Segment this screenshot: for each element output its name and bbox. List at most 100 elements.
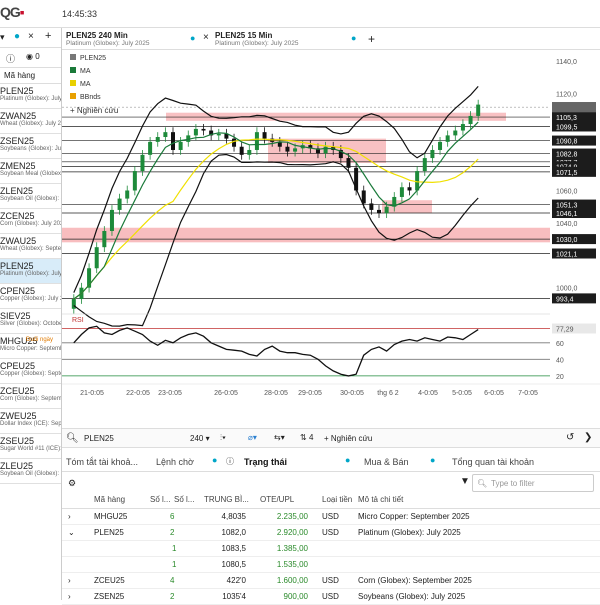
watchlist-desc: Sugar World #11 (ICE): September 2025 [0,446,62,452]
tab-account-overview[interactable]: Tổng quan tài khoản [452,457,534,467]
watchlist-item[interactable]: PLEN25Platinum (Globex): July 2025 [0,84,61,109]
tab-pending-orders[interactable]: Lệnh chờ [156,457,194,467]
price-tick-label: 1090,8 [556,139,578,146]
add-study-label[interactable]: + Nghiên cứu [70,106,118,115]
x-tick-label: 26-0:05 [214,390,238,397]
candle-body [407,187,412,191]
candle-body [453,130,458,136]
expand-icon[interactable]: › [68,512,71,521]
watchlist-desc: Silver (Globex): October 2025 [0,321,61,327]
tab-title: PLEN25 15 Min [215,31,273,40]
col-currency[interactable]: Loại tiền [322,495,352,504]
rsi-tick-label: 77,29 [556,327,574,334]
candle-body [102,230,107,248]
rsi-tick-label: 40 [556,357,564,364]
tab-positions[interactable]: Trạng thái [244,457,287,467]
x-tick-label: 4-0:05 [418,390,438,397]
watchlist-item[interactable]: ZLEN25Soybean Oil (Globex): July 2025 [0,184,61,209]
watchlist-item[interactable]: PLEN25Platinum (Globex): July 2025 [0,259,61,284]
watchlist-item[interactable]: ZMEN25Soybean Meal (Globex): July 2025 [0,159,61,184]
chart-canvas[interactable]: 1140,01120,01111,41105,31099,51090,81082… [62,50,600,425]
table-row[interactable]: › ZCEU25 4 422'0 1.600,00 USD Corn (Globex): S… [62,573,600,589]
table-row[interactable]: 1 1080,5 1.535,00 [62,557,600,573]
candle-body [193,128,198,136]
table-row[interactable]: › ZSEN25 2 1035'4 900,00 USD Soybeans (Globex)… [62,589,600,605]
watchlist-symbol: SIEV25 [0,311,31,321]
table-row[interactable]: 1 1083,5 1.385,00 [62,541,600,557]
col-avg-price[interactable]: TRUNG BÌ... [204,495,249,504]
search-icon: 🔍︎ [477,479,488,488]
cursor-icon[interactable]: ⇆▾ [274,433,285,442]
search-icon[interactable]: 🔍︎ [66,433,79,444]
watchlist-item[interactable]: ZSEU25Sugar World #11 (ICE): September 2… [0,434,61,459]
legend-label: MA [80,81,91,88]
price-tick-label: 1060,0 [556,188,578,195]
refresh-icon[interactable]: ↺ [566,432,574,443]
watchlist-item[interactable]: ZCEN25 Corn (Globex): July 2025 [0,209,61,234]
watchlist-item[interactable]: ZCEU25Corn (Globex): September 2025 [0,384,61,409]
tab-buy-sell[interactable]: Mua & Bán [364,457,409,467]
settings-icon[interactable]: ⚙ [68,478,76,489]
watchlist-symbol: ZMEN25 [0,161,36,171]
more-icon[interactable]: ❯ [584,432,592,443]
table-row[interactable]: › MHGU25 6 4,8035 2.235,00 USD Micro Copper: S… [62,509,600,525]
watchlist-item[interactable]: ZWAN25Wheat (Globex): July 2025 [0,109,61,134]
candle-body [132,171,137,191]
expand-icon[interactable]: › [68,576,71,585]
candle-body [285,146,290,152]
expand-icon[interactable]: ⌄ [68,528,75,537]
tab-chart-240[interactable]: PLEN25 240 Min Platinum (Globex): July 2… [66,31,209,50]
watchlist-toolbar: ▾ ● × + [0,28,61,48]
panel-tabs: Tóm tắt tài khoả... Lệnh chờ ● ⓘ Trạng t… [62,452,600,472]
watchlist-item[interactable]: SIEV25Silver (Globex): October 2025 [0,309,61,334]
price-tick-label: 1105,3 [556,115,577,122]
cell-avg: 1082,0 [221,528,246,537]
drawing-tools-icon[interactable]: ⌀▾ [248,433,257,442]
watchlist-symbol: ZCEU25 [0,386,35,396]
col-ote[interactable]: OTE/UPL [260,495,294,504]
filter-input[interactable]: 🔍︎ Type to filter [472,474,594,492]
legend-swatch [70,54,76,60]
col-qty[interactable]: Số l... [150,495,170,504]
chart-symbol[interactable]: PLEN25 [84,434,114,443]
cell-avg: 1080,5 [221,560,246,569]
watchlist-count[interactable]: ◉ 0 [26,52,40,61]
watchlist-item[interactable]: CPEN25Copper (Globex): July 2025 [0,284,61,309]
add-icon[interactable]: + [45,30,51,42]
close-icon[interactable]: × [203,32,209,43]
add-tab-icon[interactable]: + [368,32,375,46]
col-description[interactable]: Mô tả chi tiết [358,495,403,504]
cell-qty: 2 [170,528,175,537]
watchlist-item[interactable]: ZWEU25Dollar Index (ICE): September 2025 [0,409,61,434]
candle-body [377,209,381,214]
cell-symbol: MHGU25 [94,512,128,521]
price-chart[interactable]: 1140,01120,01111,41105,31099,51090,81082… [62,50,600,425]
close-icon[interactable]: × [28,31,34,42]
watchlist-item[interactable]: ZWAU25Wheat (Globex): September 2025 [0,234,61,259]
price-tick-label: 1046,1 [556,211,578,218]
watchlist-item[interactable]: MHGU25Micro Copper: September 2025Đuối n… [0,334,61,359]
add-study-button[interactable]: + Nghiên cứu [324,434,372,443]
col-symbol[interactable]: Mã hàng [94,495,125,504]
candle-body [125,190,130,199]
watchlist-desc: Micro Copper: September 2025 [0,346,61,352]
info-icon[interactable]: ⓘ [6,52,15,65]
menu-icon[interactable]: ▾ [0,32,5,43]
studies-count[interactable]: ⇅ 4 [300,433,313,442]
tab-chart-15[interactable]: PLEN25 15 Min Platinum (Globex): July 20… [215,31,356,50]
interval-select[interactable]: 240 ▾ [190,434,210,443]
x-tick-label: 30-0:05 [340,390,364,397]
col-qty2[interactable]: Số l... [174,495,194,504]
chart-type-icon[interactable]: ⫶▾ [220,433,226,443]
watchlist-item[interactable]: CPEU25Copper (Globex): September 2025 [0,359,61,384]
filter-icon[interactable]: ▼ [460,476,470,487]
watchlist-item[interactable]: ZSEN25Soybeans (Globex): July 2025 [0,134,61,159]
watchlist-item[interactable]: ZLEU25Soybean Oil (Globex): September 20… [0,459,61,484]
watchlist-desc: Wheat (Globex): July 2025 [0,121,62,127]
candle-body [247,149,252,155]
watchlist-symbol: CPEN25 [0,286,36,296]
tab-account-summary[interactable]: Tóm tắt tài khoả... [66,457,138,467]
info-icon[interactable]: ⓘ [226,456,234,467]
table-row[interactable]: ⌄ PLEN25 2 1082,0 2.920,00 USD Platinum (Globe… [62,525,600,541]
candle-body [422,158,427,172]
